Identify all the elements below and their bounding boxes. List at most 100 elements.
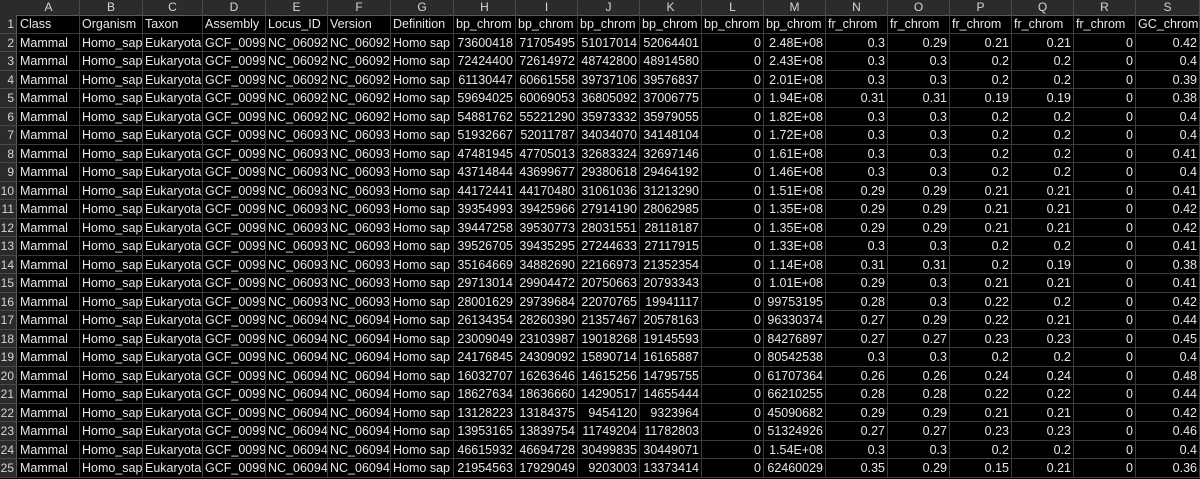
cell[interactable]: 0.3	[826, 237, 888, 256]
row-header-21[interactable]: 21	[0, 385, 17, 404]
cell[interactable]: 39425966	[516, 200, 578, 219]
cell[interactable]: 0.3	[888, 274, 950, 293]
cell[interactable]: 0	[1074, 459, 1136, 478]
cell[interactable]: NC_06094	[266, 329, 328, 348]
cell[interactable]: GCF_0099	[203, 348, 266, 367]
cell[interactable]: 0.21	[1012, 181, 1074, 200]
cell[interactable]: Eukaryota	[143, 403, 203, 422]
cell[interactable]: 0.22	[950, 385, 1012, 404]
cell[interactable]: Homo_sap	[80, 33, 143, 52]
cell[interactable]: Mammal	[18, 459, 80, 478]
cell[interactable]: 0.21	[1012, 311, 1074, 330]
cell[interactable]: 36805092	[578, 89, 640, 108]
cell[interactable]: Homo sap	[391, 181, 454, 200]
cell[interactable]: Eukaryota	[143, 385, 203, 404]
cell[interactable]: Eukaryota	[143, 348, 203, 367]
cell[interactable]: 96330374	[764, 311, 826, 330]
cell[interactable]: 0	[702, 33, 764, 52]
cell[interactable]: GCF_0099	[203, 440, 266, 459]
cell[interactable]: 29380618	[578, 163, 640, 182]
cell[interactable]: 29904472	[516, 274, 578, 293]
cell[interactable]: 0	[702, 255, 764, 274]
cell[interactable]: 0	[1074, 126, 1136, 145]
cell[interactable]: NC_06094	[328, 385, 391, 404]
cell[interactable]: 0.24	[950, 366, 1012, 385]
header-cell[interactable]: bp_chrom	[764, 15, 826, 34]
cell[interactable]: 0.23	[950, 329, 1012, 348]
cell[interactable]: 24176845	[454, 348, 516, 367]
header-cell[interactable]: Locus_ID	[266, 15, 328, 34]
cell[interactable]: 0	[1074, 366, 1136, 385]
cell[interactable]: 0.45	[1136, 329, 1200, 348]
cell[interactable]: NC_06094	[266, 311, 328, 330]
row-header-18[interactable]: 18	[0, 329, 17, 348]
cell[interactable]: Mammal	[18, 385, 80, 404]
cell[interactable]: 0.26	[826, 366, 888, 385]
cell[interactable]: Eukaryota	[143, 366, 203, 385]
cell[interactable]: 23103987	[516, 329, 578, 348]
cell[interactable]: 48914580	[640, 52, 702, 71]
cell[interactable]: NC_06093	[328, 126, 391, 145]
cell[interactable]: NC_06092	[266, 70, 328, 89]
cell[interactable]: 0.4	[1136, 348, 1200, 367]
cell[interactable]: Homo sap	[391, 144, 454, 163]
cell[interactable]: Eukaryota	[143, 255, 203, 274]
cell[interactable]: 0.21	[1012, 218, 1074, 237]
cell[interactable]: 59694025	[454, 89, 516, 108]
cell[interactable]: 0.29	[888, 311, 950, 330]
cell[interactable]: 51932667	[454, 126, 516, 145]
cell[interactable]: 1.46E+08	[764, 163, 826, 182]
column-header-r[interactable]: R	[1074, 0, 1136, 15]
cell[interactable]: 0.26	[888, 366, 950, 385]
cell[interactable]: 0.4	[1136, 107, 1200, 126]
cell[interactable]: Homo_sap	[80, 311, 143, 330]
cell[interactable]: NC_06093	[266, 181, 328, 200]
cell[interactable]: Homo_sap	[80, 329, 143, 348]
cell[interactable]: 0.27	[826, 329, 888, 348]
cell[interactable]: 0	[702, 163, 764, 182]
cell[interactable]: 47481945	[454, 144, 516, 163]
cell[interactable]: NC_06093	[328, 237, 391, 256]
cell[interactable]: 0.28	[826, 292, 888, 311]
cell[interactable]: 13128223	[454, 403, 516, 422]
cell[interactable]: 1.14E+08	[764, 255, 826, 274]
cell[interactable]: 0.2	[1012, 52, 1074, 71]
cell[interactable]: 34034070	[578, 126, 640, 145]
cell[interactable]: 21954563	[454, 459, 516, 478]
cell[interactable]: 16165887	[640, 348, 702, 367]
cell[interactable]: 0	[1074, 329, 1136, 348]
cell[interactable]: 0	[702, 52, 764, 71]
cell[interactable]: 0	[1074, 311, 1136, 330]
cell[interactable]: 2.01E+08	[764, 70, 826, 89]
cell[interactable]: 60661558	[516, 70, 578, 89]
cell[interactable]: NC_06093	[328, 181, 391, 200]
row-header-11[interactable]: 11	[0, 200, 17, 219]
row-header-5[interactable]: 5	[0, 89, 17, 108]
cell[interactable]: 45090682	[764, 403, 826, 422]
cell[interactable]: Homo_sap	[80, 255, 143, 274]
cell[interactable]: Homo_sap	[80, 144, 143, 163]
cell[interactable]: Eukaryota	[143, 70, 203, 89]
cell[interactable]: 27914190	[578, 200, 640, 219]
row-header-1[interactable]: 1	[0, 15, 17, 34]
cell[interactable]: Mammal	[18, 181, 80, 200]
cell[interactable]: Mammal	[18, 89, 80, 108]
cell[interactable]: Eukaryota	[143, 329, 203, 348]
cell[interactable]: Homo_sap	[80, 274, 143, 293]
cell[interactable]: 0.29	[826, 181, 888, 200]
cell[interactable]: Eukaryota	[143, 163, 203, 182]
row-header-14[interactable]: 14	[0, 255, 17, 274]
cell[interactable]: 0	[702, 292, 764, 311]
cell[interactable]: 0.38	[1136, 89, 1200, 108]
cell[interactable]: Mammal	[18, 107, 80, 126]
cell[interactable]: GCF_0099	[203, 126, 266, 145]
cell[interactable]: 39737106	[578, 70, 640, 89]
cell[interactable]: NC_06093	[328, 255, 391, 274]
cell[interactable]: 1.54E+08	[764, 440, 826, 459]
cell[interactable]: 0	[1074, 181, 1136, 200]
row-header-4[interactable]: 4	[0, 70, 17, 89]
cell[interactable]: Eukaryota	[143, 422, 203, 441]
cell[interactable]: 16032707	[454, 366, 516, 385]
cell[interactable]: 0.2	[1012, 348, 1074, 367]
cell[interactable]: 0.21	[950, 33, 1012, 52]
